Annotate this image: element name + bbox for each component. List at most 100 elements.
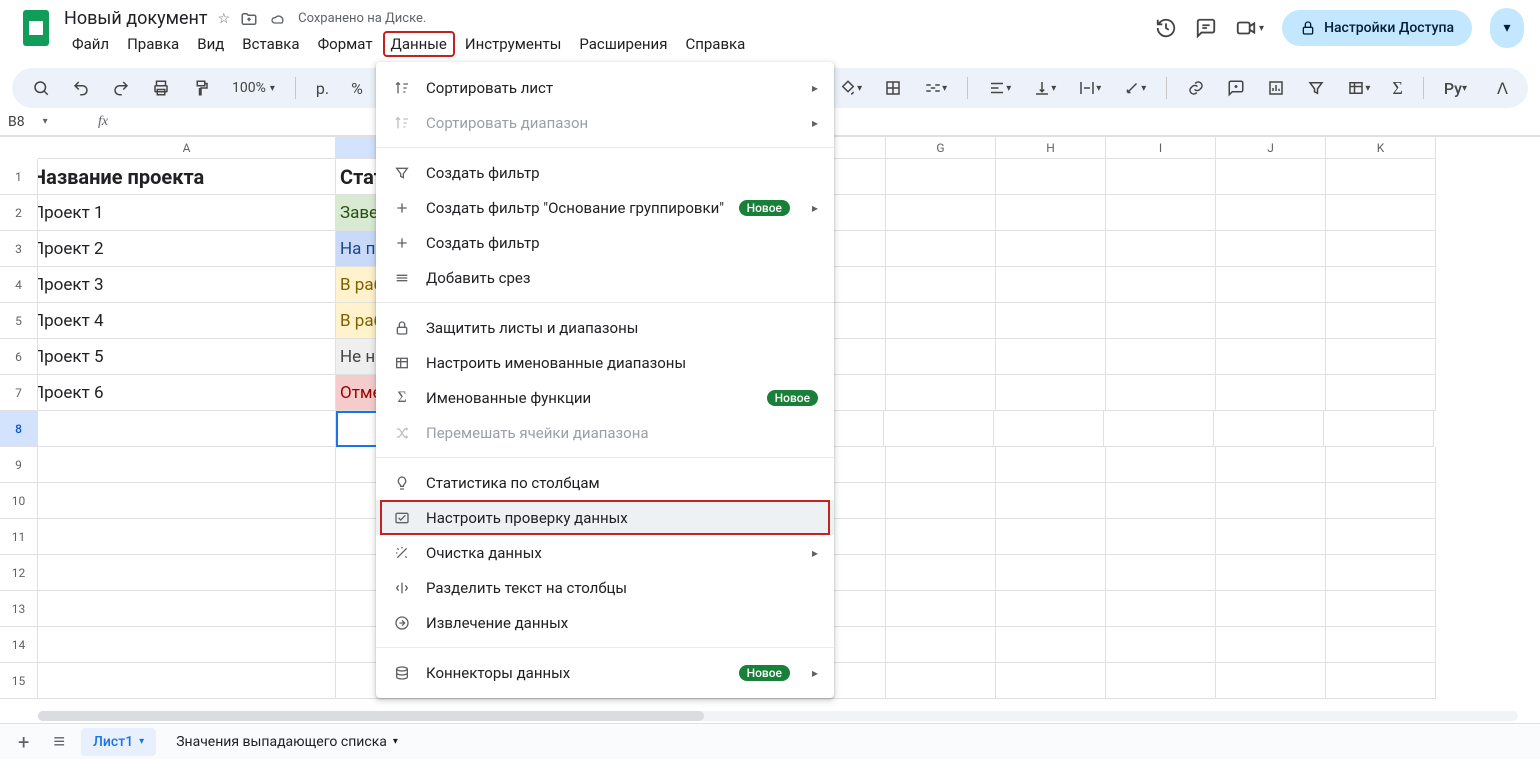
paint-format-icon[interactable] <box>186 75 216 101</box>
cell-I14[interactable] <box>1106 627 1216 663</box>
cell-A1[interactable]: Название проекта <box>38 159 336 195</box>
cell-G15[interactable] <box>886 663 996 699</box>
cell-G3[interactable] <box>886 231 996 267</box>
menu-item-filter[interactable]: Создать фильтр <box>376 155 834 190</box>
menu-item-extract[interactable]: Извлечение данных <box>376 605 834 640</box>
undo-icon[interactable] <box>66 75 96 101</box>
cell-I11[interactable] <box>1106 519 1216 555</box>
merge-cells-icon[interactable]: ▾ <box>918 75 953 101</box>
cell-H12[interactable] <box>996 555 1106 591</box>
cell-J11[interactable] <box>1216 519 1326 555</box>
share-button[interactable]: Настройки Доступа <box>1282 10 1472 46</box>
cell-I5[interactable] <box>1106 303 1216 339</box>
cell-K12[interactable] <box>1326 555 1436 591</box>
sheet-tab-active[interactable]: Лист1 ▾ <box>81 728 156 756</box>
menu-расширения[interactable]: Расширения <box>571 31 675 57</box>
cell-K9[interactable] <box>1326 447 1436 483</box>
menu-item-split[interactable]: Разделить текст на столбцы <box>376 570 834 605</box>
row-header-4[interactable]: 4 <box>0 267 38 303</box>
cell-K13[interactable] <box>1326 591 1436 627</box>
row-header-9[interactable]: 9 <box>0 447 38 483</box>
print-icon[interactable] <box>146 75 176 101</box>
cell-K15[interactable] <box>1326 663 1436 699</box>
column-header-I[interactable]: I <box>1106 137 1216 159</box>
menu-item-slicer[interactable]: Добавить срез <box>376 260 834 295</box>
column-header-J[interactable]: J <box>1216 137 1326 159</box>
menu-файл[interactable]: Файл <box>64 31 117 57</box>
row-header-10[interactable]: 10 <box>0 483 38 519</box>
column-header-K[interactable]: K <box>1326 137 1436 159</box>
cell-I6[interactable] <box>1106 339 1216 375</box>
move-to-folder-icon[interactable] <box>240 10 258 28</box>
history-icon[interactable] <box>1155 17 1177 39</box>
row-header-12[interactable]: 12 <box>0 555 38 591</box>
row-header-11[interactable]: 11 <box>0 519 38 555</box>
cell-G13[interactable] <box>886 591 996 627</box>
currency-icon[interactable]: р. <box>310 75 335 102</box>
cell-G9[interactable] <box>886 447 996 483</box>
cell-A6[interactable]: Проект 5 <box>38 339 336 375</box>
cell-K7[interactable] <box>1326 375 1436 411</box>
cell-K14[interactable] <box>1326 627 1436 663</box>
cell-J12[interactable] <box>1216 555 1326 591</box>
cell-I9[interactable] <box>1106 447 1216 483</box>
cell-H8[interactable] <box>994 411 1104 447</box>
cell-G11[interactable] <box>886 519 996 555</box>
cell-K3[interactable] <box>1326 231 1436 267</box>
row-header-1[interactable]: 1 <box>0 159 38 195</box>
cell-K11[interactable] <box>1326 519 1436 555</box>
h-align-icon[interactable]: ▾ <box>982 75 1017 101</box>
cell-A2[interactable]: Проект 1 <box>38 195 336 231</box>
cell-I13[interactable] <box>1106 591 1216 627</box>
cell-J9[interactable] <box>1216 447 1326 483</box>
cell-H11[interactable] <box>996 519 1106 555</box>
cell-G5[interactable] <box>886 303 996 339</box>
cell-G4[interactable] <box>886 267 996 303</box>
menu-item-validation[interactable]: Настроить проверку данных <box>376 500 834 535</box>
cell-H15[interactable] <box>996 663 1106 699</box>
row-header-13[interactable]: 13 <box>0 591 38 627</box>
cell-I12[interactable] <box>1106 555 1216 591</box>
star-icon[interactable]: ☆ <box>218 11 231 27</box>
cell-A3[interactable]: Проект 2 <box>38 231 336 267</box>
cell-A5[interactable]: Проект 4 <box>38 303 336 339</box>
cell-A8[interactable] <box>38 411 336 447</box>
cell-J14[interactable] <box>1216 627 1326 663</box>
menu-item-wand[interactable]: Очистка данных▸ <box>376 535 834 570</box>
row-header-2[interactable]: 2 <box>0 195 38 231</box>
cell-J13[interactable] <box>1216 591 1326 627</box>
cell-K8[interactable] <box>1324 411 1434 447</box>
cell-J2[interactable] <box>1216 195 1326 231</box>
fill-color-icon[interactable]: ▾ <box>833 75 868 101</box>
row-header-8[interactable]: 8 <box>0 411 38 447</box>
cell-H7[interactable] <box>996 375 1106 411</box>
search-icon[interactable] <box>26 75 56 101</box>
menu-формат[interactable]: Формат <box>310 31 381 57</box>
cell-H1[interactable] <box>996 159 1106 195</box>
cell-A9[interactable] <box>38 447 336 483</box>
cell-I2[interactable] <box>1106 195 1216 231</box>
cell-I8[interactable] <box>1104 411 1214 447</box>
cell-G14[interactable] <box>886 627 996 663</box>
cell-H9[interactable] <box>996 447 1106 483</box>
row-header-7[interactable]: 7 <box>0 375 38 411</box>
cell-K4[interactable] <box>1326 267 1436 303</box>
cell-J7[interactable] <box>1216 375 1326 411</box>
menu-item-lock[interactable]: Защитить листы и диапазоны <box>376 310 834 345</box>
horizontal-scrollbar[interactable] <box>38 709 1518 723</box>
cell-H3[interactable] <box>996 231 1106 267</box>
row-header-5[interactable]: 5 <box>0 303 38 339</box>
cell-I7[interactable] <box>1106 375 1216 411</box>
menu-правка[interactable]: Правка <box>119 31 187 57</box>
menu-справка[interactable]: Справка <box>677 31 753 57</box>
cell-G12[interactable] <box>886 555 996 591</box>
cell-K2[interactable] <box>1326 195 1436 231</box>
sheet-tab-caret-icon[interactable]: ▾ <box>139 736 144 747</box>
cell-G6[interactable] <box>886 339 996 375</box>
cell-J4[interactable] <box>1216 267 1326 303</box>
cell-J15[interactable] <box>1216 663 1326 699</box>
name-box[interactable]: B8 ▾ <box>8 114 78 130</box>
menu-инструменты[interactable]: Инструменты <box>457 31 569 57</box>
menu-item-sort-sheet[interactable]: Сортировать лист▸ <box>376 70 834 105</box>
wrap-icon[interactable]: ▾ <box>1072 75 1107 101</box>
